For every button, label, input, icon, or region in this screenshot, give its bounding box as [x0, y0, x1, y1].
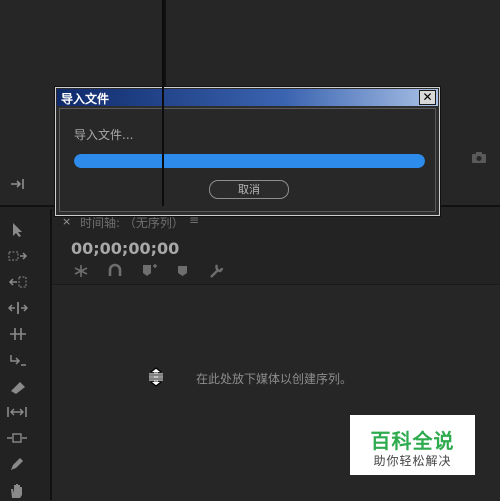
linked-selection-icon[interactable]: [107, 263, 123, 278]
monitor-edge-line: [162, 0, 164, 206]
dialog-title: 导入文件: [61, 92, 110, 106]
close-icon[interactable]: ✕: [419, 90, 436, 105]
track-height-icon[interactable]: [6, 431, 28, 445]
timecode-display[interactable]: 00;00;00;00: [71, 239, 179, 258]
cancel-button[interactable]: 取消: [209, 180, 289, 199]
wrench-icon[interactable]: [208, 263, 224, 279]
watermark-subtitle: 助你轻松解决: [373, 454, 452, 468]
dialog-message: 导入文件...: [74, 128, 134, 142]
import-progress-bar: [74, 154, 425, 168]
insert-icon[interactable]: [10, 177, 28, 191]
watermark-title: 百科全说: [370, 429, 455, 453]
import-dialog: 导入文件 ✕ 导入文件... 取消: [55, 87, 440, 216]
timeline-close-button[interactable]: ×: [62, 215, 71, 228]
camera-icon[interactable]: [471, 150, 487, 164]
watermark-logo: 百科全说 助你轻松解决: [350, 415, 475, 475]
slide-icon[interactable]: [6, 405, 28, 419]
razor-icon[interactable]: [8, 353, 28, 369]
timeline-tab-title[interactable]: 时间轴: （无序列）: [80, 214, 184, 231]
hand-icon[interactable]: [8, 481, 26, 499]
snap-icon[interactable]: [73, 264, 89, 278]
pen-icon[interactable]: [8, 456, 26, 472]
add-marker-icon[interactable]: [141, 263, 159, 278]
drop-cursor-icon: [149, 367, 163, 387]
track-select-icon[interactable]: [8, 249, 28, 263]
drop-media-message: 在此处放下媒体以创建序列。: [196, 372, 353, 386]
dialog-titlebar[interactable]: 导入文件 ✕: [57, 89, 438, 106]
selection-tool-icon[interactable]: [10, 222, 26, 238]
progress-fill: [74, 154, 425, 168]
ripple-edit-icon[interactable]: [8, 275, 28, 289]
rate-stretch-icon[interactable]: [8, 327, 28, 341]
dialog-body: 导入文件... 取消: [59, 108, 436, 212]
marker-icon[interactable]: [176, 264, 190, 278]
slip-icon[interactable]: [8, 379, 28, 395]
rolling-edit-icon[interactable]: [8, 301, 28, 315]
